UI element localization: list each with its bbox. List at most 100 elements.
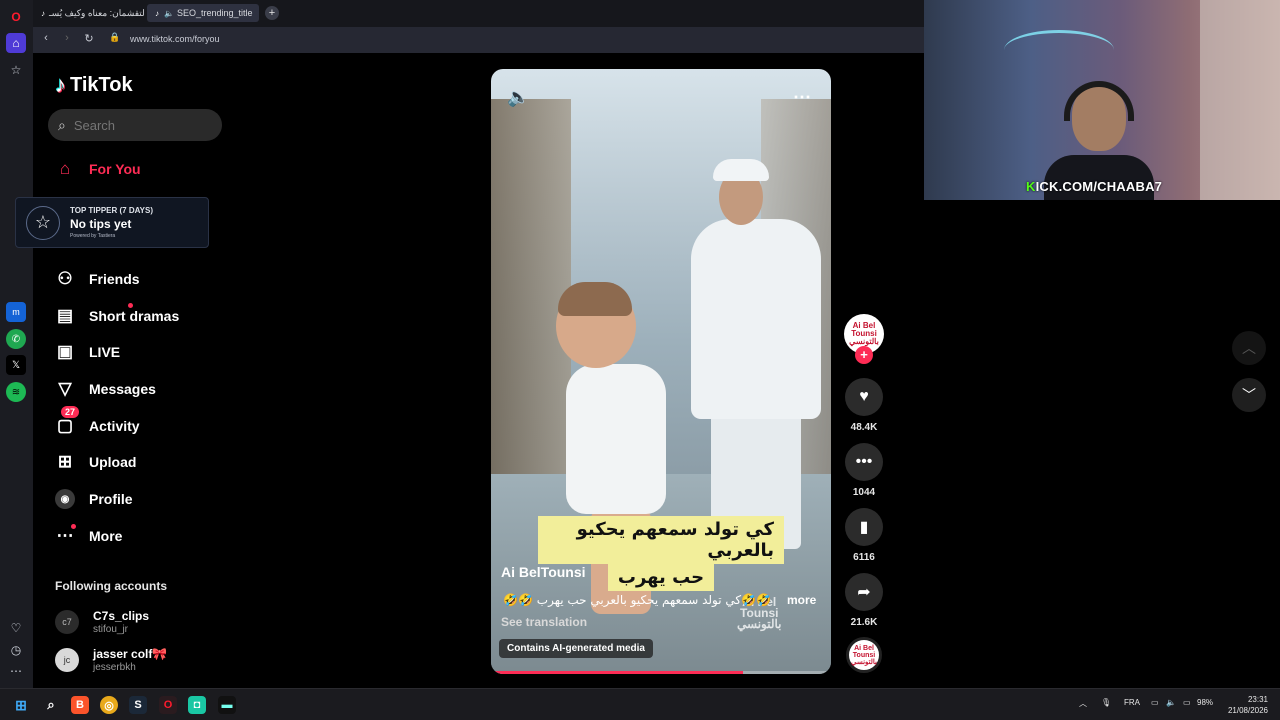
comment-button[interactable]: ••• [845, 443, 883, 481]
account-name: jasser colf🎀 [93, 647, 168, 661]
previous-video-button[interactable]: ︿ [1232, 331, 1266, 365]
following-title: Following accounts [55, 579, 168, 593]
network-icon[interactable]: ▭ [1151, 698, 1159, 707]
video-progress-bar[interactable] [491, 671, 831, 674]
terminal-icon[interactable]: ▬ [218, 696, 236, 714]
search-box[interactable]: ⌕ [48, 109, 222, 141]
film-icon: ▤ [56, 306, 74, 325]
forward-icon[interactable]: › [59, 32, 75, 44]
search-icon[interactable]: ⌕ [42, 696, 60, 714]
webcam-background [1004, 30, 1114, 70]
microphone-icon[interactable]: 🎙 [1101, 698, 1111, 707]
more-options-icon[interactable]: ⋯ [793, 87, 811, 108]
notification-dot [71, 524, 76, 529]
caption-line: كي تولد سمعهم يحكيو بالعربي [538, 516, 784, 564]
more-button[interactable]: more [787, 593, 816, 607]
battery-level: 98% [1197, 698, 1214, 707]
video-author[interactable]: Ai BelTounsi [501, 564, 586, 580]
bookmark-icon: ▮ [859, 519, 869, 536]
nav-label: Upload [89, 454, 137, 470]
nav-label: Friends [89, 271, 140, 287]
share-button[interactable]: ➦ [845, 573, 883, 611]
steam-icon[interactable]: S [129, 696, 147, 714]
send-icon: ▽ [58, 379, 72, 398]
nav-friends[interactable]: ⚇ Friends [55, 269, 140, 289]
comment-icon: ••• [855, 453, 873, 470]
nav-short-dramas[interactable]: ▤ Short dramas [55, 303, 180, 326]
tab-label: SEO_trending_title [177, 8, 253, 18]
speaker-icon[interactable]: 🔈 [1166, 698, 1176, 707]
heart-icon[interactable]: ♡ [6, 618, 26, 638]
webcam-overlay: KICK.COM/CHAABA7 [924, 0, 1280, 200]
avatar: ◉ [55, 489, 75, 509]
video-player[interactable]: 🔈 ⋯ كي تولد سمعهم يحكيو بالعربي حب يهرب … [491, 69, 831, 674]
history-icon[interactable]: ◷ [6, 640, 26, 660]
nav-profile[interactable]: ◉ Profile [55, 489, 133, 509]
opera-logo-icon[interactable]: O [6, 7, 26, 27]
whatsapp-icon[interactable]: ✆ [6, 329, 26, 349]
following-account[interactable]: c7 C7s_clips stifou_jr [55, 609, 149, 635]
live-icon: ▣ [56, 342, 74, 361]
watermark-line: بالتونسي [737, 617, 782, 631]
home-icon[interactable]: ⌂ [6, 33, 26, 53]
search-input[interactable] [73, 117, 204, 133]
tab-label: التقشمان: معناه وكيف يُسـ [49, 7, 145, 18]
x-icon[interactable]: 𝕏 [6, 355, 26, 375]
nav-upload[interactable]: ⊞ Upload [55, 452, 137, 472]
battery-icon[interactable]: ▭ [1183, 698, 1191, 707]
avatar: c7 [55, 610, 79, 634]
account-name: C7s_clips [93, 609, 150, 623]
account-handle: stifou_jr [93, 624, 129, 635]
nav-live[interactable]: ▣ LIVE [55, 342, 120, 362]
kick-overlay-text: KICK.COM/CHAABA7 [1026, 179, 1162, 194]
activity-icon: ▢ 27 [55, 406, 80, 436]
opera-sidebar: O ⌂ ☆ m ✆ 𝕏 ≋ ♡ ◷ ⋯ [0, 0, 33, 688]
chevron-up-icon: ︿ [1242, 340, 1256, 356]
new-tab-button[interactable]: + [265, 6, 279, 20]
reload-icon[interactable]: ↻ [81, 32, 97, 45]
chrome-icon[interactable]: ◎ [100, 696, 118, 714]
see-translation-link[interactable]: See translation [501, 615, 587, 629]
star-icon[interactable]: ☆ [6, 60, 26, 80]
chevron-up-icon[interactable]: ︿ [1079, 698, 1087, 709]
volume-icon[interactable]: 🔈 [507, 87, 529, 108]
like-count: 48.4K [850, 422, 878, 433]
tiktok-icon: ♪ [155, 8, 159, 18]
clock-date: 21/08/2026 [1227, 706, 1268, 715]
next-video-button[interactable]: ﹀ [1232, 378, 1266, 412]
tab-seo-trending[interactable]: ♪ 🔈 SEO_trending_title [147, 4, 259, 22]
friends-icon: ⚇ [57, 269, 73, 288]
comment-count: 1044 [852, 487, 876, 498]
url-text[interactable]: www.tiktok.com/foryou [130, 34, 220, 44]
opera-icon[interactable]: O [159, 696, 177, 714]
more-icon[interactable]: ⋯ [6, 661, 26, 681]
save-button[interactable]: ▮ [845, 508, 883, 546]
like-button[interactable]: ♥ [845, 378, 883, 416]
tiktok-logo[interactable]: ♪ TikTok [55, 72, 133, 98]
messenger-icon[interactable]: m [6, 302, 26, 322]
tiktok-icon: ♪ [41, 8, 45, 18]
music-disc[interactable]: Ai Bel Tounsi بالتونسي [846, 637, 882, 673]
nav-for-you[interactable]: ⌂ For You [55, 159, 141, 179]
notification-dot [128, 303, 133, 308]
nav-label: Short dramas [89, 308, 180, 324]
chevron-down-icon: ﹀ [1242, 387, 1256, 403]
lock-icon[interactable]: 🔒 [107, 32, 123, 43]
following-account[interactable]: jc jasser colf🎀 jesserbkh [55, 647, 167, 673]
nurse-figure [691, 159, 821, 549]
clock[interactable]: 23:31 21/08/2026 [1224, 694, 1268, 716]
nav-label: More [89, 528, 123, 544]
tab-article[interactable]: ♪ التقشمان: معناه وكيف يُسـ [35, 4, 145, 22]
spotify-icon[interactable]: ≋ [6, 382, 26, 402]
top-tipper-widget: ☆ TOP TIPPER (7 DAYS) No tips yet Powere… [15, 197, 209, 248]
language-indicator[interactable]: FRA [1124, 698, 1140, 707]
nav-messages[interactable]: ▽ Messages [55, 379, 155, 399]
windows-start-icon[interactable]: ⊞ [12, 696, 30, 714]
brave-icon[interactable]: B [71, 696, 89, 714]
app-icon[interactable]: ◘ [188, 696, 206, 714]
caption-line: حب يهرب [607, 564, 715, 591]
nav-activity[interactable]: ▢ 27 Activity [55, 406, 140, 436]
back-icon[interactable]: ‹ [38, 32, 54, 44]
follow-button[interactable]: + [855, 346, 873, 364]
nav-more[interactable]: ⋯ More [55, 524, 123, 546]
